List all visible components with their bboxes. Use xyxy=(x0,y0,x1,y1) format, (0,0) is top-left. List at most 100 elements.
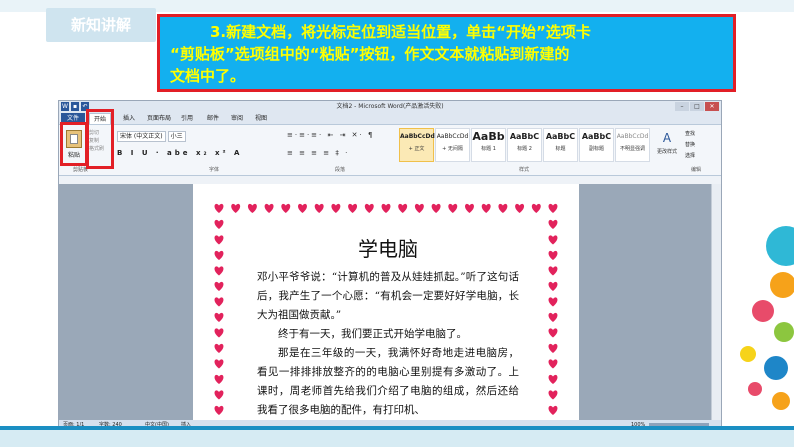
change-styles-icon: A xyxy=(662,131,672,145)
heart-ornament xyxy=(548,203,558,213)
heart-ornament xyxy=(364,203,374,213)
ribbon: 粘贴 剪切 复制 格式刷 剪贴板 宋体 (中文正文) 小三 B I U · abe… xyxy=(59,124,721,176)
document-page[interactable]: 学电脑 邓小平爷爷说：“计算机的普及从娃娃抓起。”听了这句话后，我产生了一个心愿… xyxy=(193,184,579,420)
document-content[interactable]: 学电脑 邓小平爷爷说：“计算机的普及从娃娃抓起。”听了这句话后，我产生了一个心愿… xyxy=(257,236,519,420)
tab-view[interactable]: 视图 xyxy=(255,113,267,124)
decor-circle xyxy=(748,382,762,396)
heart-ornament xyxy=(281,203,291,213)
maximize-button[interactable]: □ xyxy=(690,102,704,111)
style-heading-2[interactable]: AaBbC 标题 2 xyxy=(507,128,542,162)
decor-circle xyxy=(764,356,788,380)
instruction-line-3: 文档中了。 xyxy=(170,67,246,85)
home-tab-highlight-box xyxy=(86,109,114,169)
heart-ornament xyxy=(431,203,441,213)
tab-page-layout[interactable]: 页面布局 xyxy=(147,113,171,124)
heart-ornament xyxy=(398,203,408,213)
heart-ornament xyxy=(348,203,358,213)
instruction-line-1: 3.新建文档，将光标定位到适当位置，单击“开始”选项卡 xyxy=(210,23,591,41)
title-bar: W ▪ ↶ 文档2 - Microsoft Word(产品激活失败) – □ ✕ xyxy=(59,101,721,113)
section-badge: 新知讲解 xyxy=(46,8,156,42)
heart-ornament xyxy=(314,203,324,213)
heart-ornament xyxy=(548,390,558,400)
style-heading-1[interactable]: AaBb 标题 1 xyxy=(471,128,506,162)
heart-ornament xyxy=(214,297,224,307)
heart-ornament xyxy=(548,405,558,415)
font-selectors: 宋体 (中文正文) 小三 xyxy=(117,131,188,142)
replace-button[interactable]: 替换 xyxy=(685,140,695,151)
heart-ornament xyxy=(214,343,224,353)
ruler xyxy=(59,176,721,184)
tab-mailings[interactable]: 邮件 xyxy=(207,113,219,124)
style-subtle-emphasis[interactable]: AaBbCcDd 不明显强调 xyxy=(615,128,650,162)
heart-ornament xyxy=(214,235,224,245)
style-normal[interactable]: AaBbCcDd + 正文 xyxy=(399,128,435,162)
tab-references[interactable]: 引用 xyxy=(181,113,193,124)
instruction-line-2: “剪贴板”选项组中的“粘贴”按钮，作文文本就粘贴到新建的 xyxy=(170,45,570,63)
heart-ornament xyxy=(548,235,558,245)
paste-highlight-box xyxy=(60,122,88,166)
heart-ornament xyxy=(498,203,508,213)
heart-ornament xyxy=(214,266,224,276)
editing-group-label: 编辑 xyxy=(691,167,702,173)
editing-group: 查找 替换 选择 xyxy=(685,129,695,162)
decor-circle xyxy=(740,346,756,362)
document-title: 学电脑 xyxy=(358,237,418,261)
document-paragraph-1: 邓小平爷爷说：“计算机的普及从娃娃抓起。”听了这句话后，我产生了一个心愿：“有机… xyxy=(257,271,519,321)
styles-group-label: 样式 xyxy=(519,167,530,173)
font-name-select[interactable]: 宋体 (中文正文) xyxy=(117,131,166,142)
find-button[interactable]: 查找 xyxy=(685,129,695,140)
ribbon-tabs: 文件 开始 插入 页面布局 引用 邮件 审阅 视图 xyxy=(59,113,721,124)
style-no-spacing[interactable]: AaBbCcDd + 无间隔 xyxy=(435,128,470,162)
font-group-label: 字体 xyxy=(209,167,220,173)
decor-circle xyxy=(752,300,774,322)
heart-ornament xyxy=(331,203,341,213)
heart-ornament xyxy=(548,359,558,369)
heart-ornament xyxy=(414,203,424,213)
heart-ornament xyxy=(548,297,558,307)
instruction-box: 3.新建文档，将光标定位到适当位置，单击“开始”选项卡 “剪贴板”选项组中的“粘… xyxy=(157,14,736,92)
heart-ornament xyxy=(214,328,224,338)
decor-circle xyxy=(766,226,794,266)
heart-ornament xyxy=(214,219,224,229)
heart-ornament xyxy=(214,405,224,415)
document-paragraph-3: 那是在三年级的一天，我满怀好奇地走进电脑房，看见一排排排放整齐的的电脑心里别提有… xyxy=(257,347,519,416)
heart-ornament xyxy=(214,250,224,260)
select-button[interactable]: 选择 xyxy=(685,151,695,162)
heart-ornament xyxy=(214,359,224,369)
style-title[interactable]: AaBbC 标题 xyxy=(543,128,578,162)
heart-ornament xyxy=(548,312,558,322)
heart-ornament xyxy=(515,203,525,213)
window-controls: – □ ✕ xyxy=(675,102,719,111)
paragraph-row-2[interactable]: ≡ ≡ ≡ ≡ ‡ · xyxy=(287,149,349,157)
bottom-bar xyxy=(0,430,794,447)
heart-ornament xyxy=(264,203,274,213)
heart-ornament xyxy=(548,266,558,276)
heart-ornament xyxy=(214,374,224,384)
heart-ornament xyxy=(548,281,558,291)
heart-ornament xyxy=(298,203,307,213)
paragraph-row-1[interactable]: ≡·≡·≡· ⇤ ⇥ ✕· ¶ xyxy=(287,131,374,139)
word-window: W ▪ ↶ 文档2 - Microsoft Word(产品激活失败) – □ ✕… xyxy=(58,100,722,430)
vertical-scrollbar[interactable] xyxy=(711,184,721,420)
font-size-select[interactable]: 小三 xyxy=(167,131,186,142)
heart-ornament xyxy=(548,343,558,353)
heart-ornament xyxy=(548,219,558,229)
decor-circle xyxy=(772,392,790,410)
font-format-buttons[interactable]: B I U · abe x₂ x² A xyxy=(117,149,242,157)
styles-gallery: AaBbCcDd + 正文 AaBbCcDd + 无间隔 AaBb 标题 1 AaBb… xyxy=(399,128,655,162)
close-button[interactable]: ✕ xyxy=(705,102,719,111)
heart-ornament xyxy=(465,203,474,213)
minimize-button[interactable]: – xyxy=(675,102,689,111)
tab-insert[interactable]: 插入 xyxy=(123,113,135,124)
heart-ornament xyxy=(481,203,491,213)
heart-ornament xyxy=(548,328,558,338)
heart-ornament xyxy=(231,203,241,213)
window-title: 文档2 - Microsoft Word(产品激活失败) xyxy=(336,103,444,110)
style-subtitle[interactable]: AaBbC 副标题 xyxy=(579,128,614,162)
heart-ornament xyxy=(214,390,224,400)
heart-ornament xyxy=(548,250,558,260)
heart-ornament xyxy=(531,203,541,213)
change-styles-button[interactable]: A 更改样式 xyxy=(655,128,679,162)
tab-review[interactable]: 审阅 xyxy=(231,113,243,124)
heart-ornament xyxy=(247,203,257,213)
